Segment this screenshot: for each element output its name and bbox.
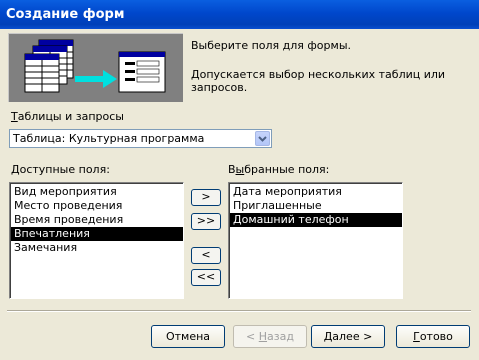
available-field-list-item[interactable]: Впечатления bbox=[11, 227, 183, 241]
add-all-fields-button[interactable]: >> bbox=[191, 213, 221, 230]
description-line-2: Допускается выбор нескольких таблиц или … bbox=[191, 68, 446, 94]
available-field-list-item[interactable]: Время проведения bbox=[11, 213, 183, 227]
selected-fields-list[interactable]: Дата мероприятия Приглашенные Домашний тел… bbox=[228, 182, 403, 299]
selected-field-list-item[interactable]: Домашний телефон bbox=[230, 213, 402, 227]
cancel-button[interactable]: Отмена bbox=[151, 325, 225, 348]
tables-queries-label: Таблицы и запросы bbox=[11, 110, 124, 123]
selected-field-list-item[interactable]: Приглашенные bbox=[230, 199, 402, 213]
available-fields-label: Доступные поля: bbox=[11, 163, 110, 176]
available-field-list-item[interactable]: Вид мероприятия bbox=[11, 185, 183, 199]
available-field-list-item[interactable]: Замечания bbox=[11, 241, 183, 255]
tables-queries-value: Таблица: Культурная программа bbox=[13, 132, 205, 145]
available-fields-list[interactable]: Вид мероприятия Место проведения Время про… bbox=[9, 182, 184, 299]
separator bbox=[7, 310, 471, 312]
finish-button[interactable]: Готово bbox=[396, 325, 470, 348]
tables-queries-combo[interactable]: Таблица: Культурная программа bbox=[9, 129, 272, 148]
tables-to-form-icon bbox=[24, 39, 166, 93]
window-title: Создание форм bbox=[0, 0, 479, 29]
description-line-1: Выберите поля для формы. bbox=[191, 39, 351, 52]
chevron-down-icon[interactable] bbox=[255, 131, 270, 146]
selected-fields-label: Выбранные поля: bbox=[228, 163, 330, 176]
available-field-list-item[interactable]: Место проведения bbox=[11, 199, 183, 213]
remove-field-button[interactable]: < bbox=[191, 247, 221, 264]
back-button[interactable]: < Назад bbox=[233, 325, 307, 348]
remove-all-fields-button[interactable]: << bbox=[191, 269, 221, 286]
selected-field-list-item[interactable]: Дата мероприятия bbox=[230, 185, 402, 199]
next-button[interactable]: Далее > bbox=[311, 325, 385, 348]
wizard-illustration bbox=[8, 33, 183, 102]
add-field-button[interactable]: > bbox=[191, 189, 221, 206]
